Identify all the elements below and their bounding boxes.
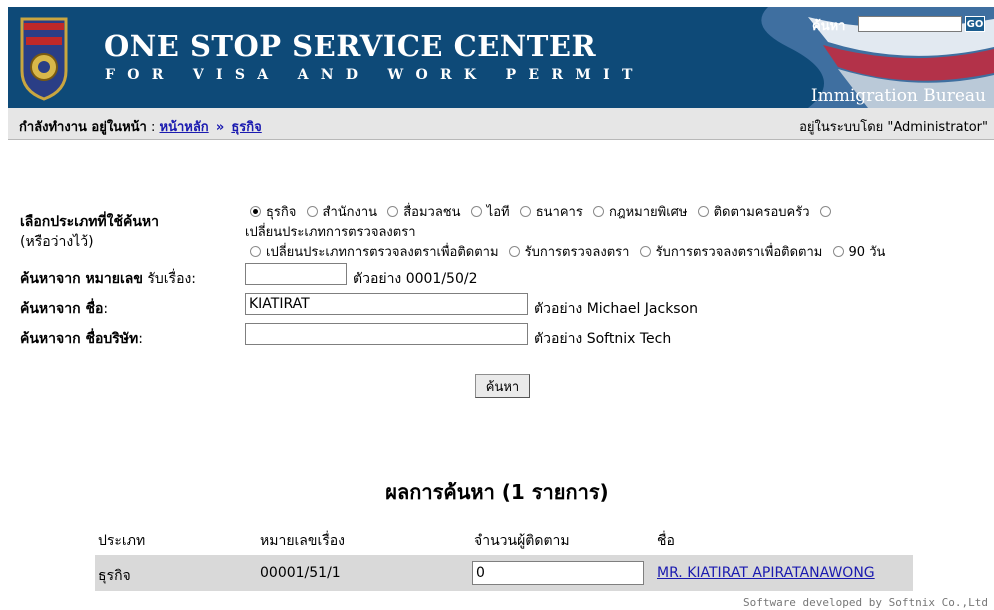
radio-option-change-visa-follow[interactable]: เปลี่ยนประเภทการตรวจลงตราเพื่อติดตาม	[250, 245, 499, 260]
company-input[interactable]	[245, 323, 528, 345]
name-input[interactable]	[245, 293, 528, 315]
type-radio-row-1: ธุรกิจ สำนักงาน สื่อมวลชน ไอที ธนาคาร กฎ…	[250, 201, 836, 222]
radio-button[interactable]	[697, 206, 709, 217]
case-number-label: ค้นหาจาก หมายเลข รับเรื่อง:	[20, 271, 197, 287]
radio-option-office[interactable]: สำนักงาน	[306, 205, 377, 220]
type-radio-row-3: เปลี่ยนประเภทการตรวจลงตราเพื่อติดตาม รับ…	[250, 241, 891, 262]
column-header-case-number: หมายเลขเรื่อง	[260, 533, 346, 549]
type-radio-row-2: เปลี่ยนประเภทการตรวจลงตรา	[245, 221, 416, 242]
radio-option-receive-visa[interactable]: รับการตรวจลงตรา	[508, 245, 629, 260]
radio-option-family[interactable]: ติดตามครอบครัว	[697, 205, 810, 220]
column-header-followers: จำนวนผู้ติดตาม	[474, 533, 570, 549]
column-header-type: ประเภท	[98, 533, 146, 549]
radio-option-it[interactable]: ไอที	[470, 205, 510, 220]
type-label: เลือกประเภทที่ใช้ค้นหา	[20, 214, 160, 230]
police-badge-icon	[20, 17, 68, 101]
site-header: ONE STOP SERVICE CENTER FOR VISA AND WOR…	[8, 7, 994, 108]
site-subtitle: FOR VISA AND WORK PERMIT	[105, 67, 645, 83]
breadcrumb: กำลังทำงาน อยู่ในหน้า : หน้าหลัก » ธุรกิ…	[19, 120, 262, 135]
name-label: ค้นหาจาก ชื่อ:	[20, 301, 109, 317]
radio-button[interactable]	[470, 206, 482, 217]
radio-option-bank[interactable]: ธนาคาร	[519, 205, 583, 220]
case-number-input[interactable]	[245, 263, 347, 285]
radio-option-90-days[interactable]: 90 วัน	[832, 245, 885, 260]
bureau-label: Immigration Bureau	[810, 86, 986, 106]
radio-button[interactable]	[508, 246, 520, 257]
results-title: ผลการค้นหา (1 รายการ)	[385, 480, 609, 504]
column-header-name: ชื่อ	[657, 533, 675, 549]
header-go-button[interactable]: GO	[965, 16, 985, 32]
footer-credit: Software developed by Softnix Co.,Ltd	[742, 596, 988, 609]
radio-option-receive-visa-follow[interactable]: รับการตรวจลงตราเพื่อติดตาม	[639, 245, 822, 260]
header-search-label: ค้นหา	[812, 19, 846, 34]
radio-button[interactable]	[250, 206, 261, 217]
name-hint: ตัวอย่าง Michael Jackson	[534, 301, 699, 317]
radio-option-change-visa-label: เปลี่ยนประเภทการตรวจลงตรา	[245, 225, 416, 240]
case-number-hint: ตัวอย่าง 0001/50/2	[353, 271, 478, 287]
row-case-number-cell: 00001/51/1	[260, 565, 341, 581]
radio-button[interactable]	[250, 246, 261, 257]
breadcrumb-current-link[interactable]: ธุรกิจ	[231, 120, 261, 135]
radio-button[interactable]	[639, 246, 651, 257]
radio-option-media[interactable]: สื่อมวลชน	[387, 205, 461, 220]
breadcrumb-bar: กำลังทำงาน อยู่ในหน้า : หน้าหลัก » ธุรกิ…	[8, 108, 994, 140]
logged-in-status: อยู่ในระบบโดย "Administrator"	[799, 120, 988, 135]
radio-button[interactable]	[592, 206, 604, 217]
breadcrumb-lead: กำลังทำงาน อยู่ในหน้า	[19, 120, 147, 135]
row-name-link[interactable]: MR. KIATIRAT APIRATANAWONG	[657, 565, 875, 581]
company-label: ค้นหาจาก ชื่อบริษัท:	[20, 331, 143, 347]
row-followers-input[interactable]	[472, 561, 644, 585]
radio-option-business[interactable]: ธุรกิจ	[250, 205, 296, 220]
radio-button[interactable]	[519, 206, 531, 217]
company-hint: ตัวอย่าง Softnix Tech	[534, 331, 672, 347]
row-type-cell: ธุรกิจ	[98, 568, 131, 584]
radio-button-change-visa[interactable]	[819, 206, 831, 217]
header-search-input[interactable]	[858, 16, 962, 32]
breadcrumb-separator: »	[215, 120, 225, 135]
radio-button[interactable]	[387, 206, 399, 217]
radio-button[interactable]	[832, 246, 844, 257]
radio-option-special-law[interactable]: กฎหมายพิเศษ	[592, 205, 687, 220]
type-sublabel: (หรือว่างไว้)	[20, 234, 94, 250]
radio-button[interactable]	[306, 206, 318, 217]
search-button[interactable]: ค้นหา	[475, 374, 530, 398]
breadcrumb-home-link[interactable]: หน้าหลัก	[160, 120, 209, 135]
site-title: ONE STOP SERVICE CENTER	[104, 29, 597, 63]
